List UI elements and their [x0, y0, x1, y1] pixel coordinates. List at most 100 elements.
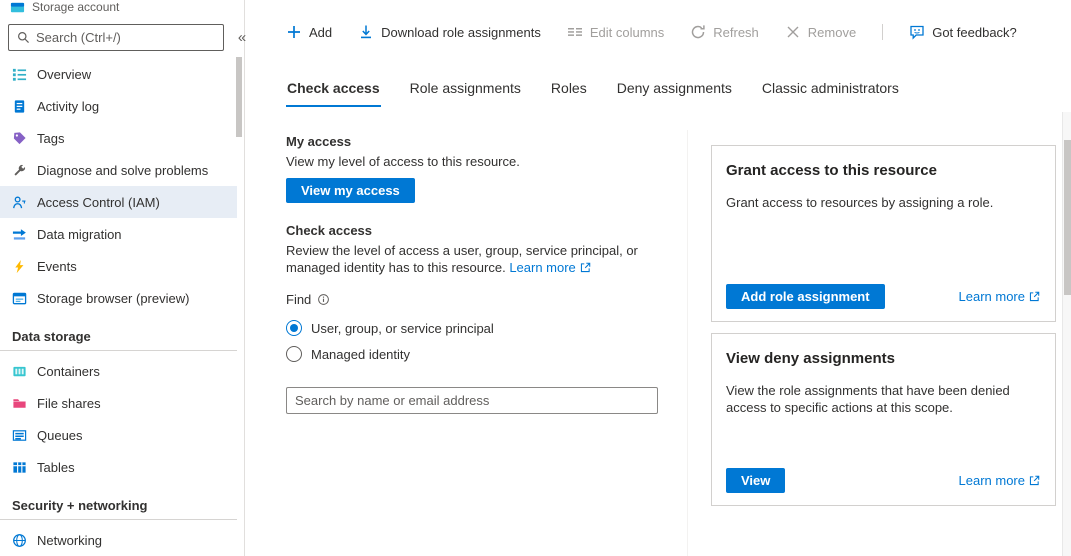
find-row: Find: [286, 292, 683, 307]
deny-assignments-learn-more-link[interactable]: Learn more: [959, 473, 1041, 488]
add-button[interactable]: Add: [286, 24, 332, 40]
activity-log-icon: [12, 99, 27, 114]
tab-roles[interactable]: Roles: [550, 78, 588, 107]
radio-selected-icon: [286, 320, 302, 336]
find-options: User, group, or service principal Manage…: [286, 315, 683, 367]
download-role-assignments-button[interactable]: Download role assignments: [358, 24, 541, 40]
azure-portal-screen: Storage account « Overview Activity log: [0, 0, 1071, 556]
deny-assignments-card-footer: View Learn more: [726, 468, 1041, 493]
sidebar-item-label: File shares: [37, 396, 101, 411]
info-icon[interactable]: [317, 293, 330, 306]
tags-icon: [12, 131, 27, 146]
grant-access-learn-more-link[interactable]: Learn more: [959, 289, 1041, 304]
sidebar-item-label: Events: [37, 259, 77, 274]
tables-icon: [12, 460, 27, 475]
download-label: Download role assignments: [381, 25, 541, 40]
sidebar-search-input[interactable]: [36, 30, 215, 45]
tab-check-access[interactable]: Check access: [286, 78, 381, 107]
sidebar-item-containers[interactable]: Containers: [0, 355, 237, 387]
main-scrollbar-track[interactable]: [1062, 112, 1071, 556]
view-my-access-button[interactable]: View my access: [286, 178, 415, 203]
data-storage-items: Containers File shares Queues: [0, 351, 237, 483]
sidebar-item-access-control-iam[interactable]: Access Control (IAM): [0, 186, 237, 218]
grant-access-card-footer: Add role assignment Learn more: [726, 284, 1041, 309]
learn-more-label: Learn more: [959, 289, 1025, 304]
refresh-label: Refresh: [713, 25, 759, 40]
view-deny-assignments-card: View deny assignments View the role assi…: [711, 333, 1056, 506]
sidebar-item-tags[interactable]: Tags: [0, 122, 237, 154]
radio-label: User, group, or service principal: [311, 321, 494, 336]
sidebar-item-label: Activity log: [37, 99, 99, 114]
sidebar-item-data-migration[interactable]: Data migration: [0, 218, 237, 250]
storage-account-icon: [10, 0, 25, 15]
iam-tab-bar: Check access Role assignments Roles Deny…: [286, 78, 900, 107]
sidebar-item-label: Tags: [37, 131, 64, 146]
remove-icon: [785, 24, 801, 40]
resource-type-label: Storage account: [32, 0, 119, 14]
sidebar-item-label: Queues: [37, 428, 83, 443]
sidebar-section-data-storage: Data storage: [0, 320, 237, 351]
learn-more-label: Learn more: [509, 259, 575, 276]
add-icon: [286, 24, 302, 40]
file-shares-icon: [12, 396, 27, 411]
sidebar-item-label: Networking: [37, 533, 102, 548]
feedback-label: Got feedback?: [932, 25, 1017, 40]
remove-label: Remove: [808, 25, 856, 40]
security-networking-items: Networking: [0, 520, 237, 556]
sidebar-item-label: Data migration: [37, 227, 122, 242]
tab-role-assignments[interactable]: Role assignments: [409, 78, 522, 107]
grant-access-card: Grant access to this resource Grant acce…: [711, 145, 1056, 322]
access-control-icon: [12, 195, 27, 210]
remove-button: Remove: [785, 24, 856, 40]
sidebar-item-networking[interactable]: Networking: [0, 524, 237, 556]
sidebar-section-security-networking: Security + networking: [0, 489, 237, 520]
grant-access-card-title: Grant access to this resource: [726, 162, 1041, 179]
radio-unselected-icon: [286, 346, 302, 362]
sidebar-item-label: Containers: [37, 364, 100, 379]
sidebar-item-label: Tables: [37, 460, 75, 475]
tab-classic-administrators[interactable]: Classic administrators: [761, 78, 900, 107]
networking-icon: [12, 533, 27, 548]
queues-icon: [12, 428, 27, 443]
got-feedback-button[interactable]: Got feedback?: [909, 24, 1017, 40]
overview-icon: [12, 67, 27, 82]
add-label: Add: [309, 25, 332, 40]
sidebar-item-tables[interactable]: Tables: [0, 451, 237, 483]
sidebar-item-diagnose[interactable]: Diagnose and solve problems: [0, 154, 237, 186]
radio-user-group-service-principal[interactable]: User, group, or service principal: [286, 315, 683, 341]
deny-assignments-card-description: View the role assignments that have been…: [726, 382, 1041, 416]
download-icon: [358, 24, 374, 40]
my-access-title: My access: [286, 134, 683, 149]
edit-columns-icon: [567, 24, 583, 40]
command-bar: Add Download role assignments Edit colum…: [286, 24, 1017, 40]
resource-type-header: Storage account: [10, 0, 119, 14]
sidebar-item-label: Storage browser (preview): [37, 291, 189, 306]
radio-managed-identity[interactable]: Managed identity: [286, 341, 683, 367]
refresh-button: Refresh: [690, 24, 759, 40]
deny-assignments-card-title: View deny assignments: [726, 350, 1041, 367]
name-or-email-search-input[interactable]: [286, 387, 658, 414]
check-access-title: Check access: [286, 223, 683, 238]
tab-deny-assignments[interactable]: Deny assignments: [616, 78, 733, 107]
view-deny-assignments-button[interactable]: View: [726, 468, 785, 493]
add-role-assignment-button[interactable]: Add role assignment: [726, 284, 885, 309]
sidebar-item-queues[interactable]: Queues: [0, 419, 237, 451]
feedback-icon: [909, 24, 925, 40]
external-link-icon: [579, 261, 592, 274]
main-scrollbar-thumb[interactable]: [1064, 140, 1071, 295]
sidebar-item-file-shares[interactable]: File shares: [0, 387, 237, 419]
sidebar-item-label: Overview: [37, 67, 91, 82]
containers-icon: [12, 364, 27, 379]
check-access-learn-more-link[interactable]: Learn more: [509, 259, 591, 276]
sidebar-item-overview[interactable]: Overview: [0, 58, 237, 90]
sidebar-item-activity-log[interactable]: Activity log: [0, 90, 237, 122]
toolbar-separator: [882, 24, 883, 40]
sidebar-item-events[interactable]: Events: [0, 250, 237, 282]
resource-menu: Overview Activity log Tags Diagnose and …: [0, 58, 237, 556]
diagnose-icon: [12, 163, 27, 178]
sidebar-item-storage-browser[interactable]: Storage browser (preview): [0, 282, 237, 314]
external-link-icon: [1028, 290, 1041, 303]
my-access-description: View my level of access to this resource…: [286, 153, 683, 170]
sidebar-search-box[interactable]: [8, 24, 224, 51]
check-access-panel: My access View my level of access to thi…: [286, 134, 683, 414]
